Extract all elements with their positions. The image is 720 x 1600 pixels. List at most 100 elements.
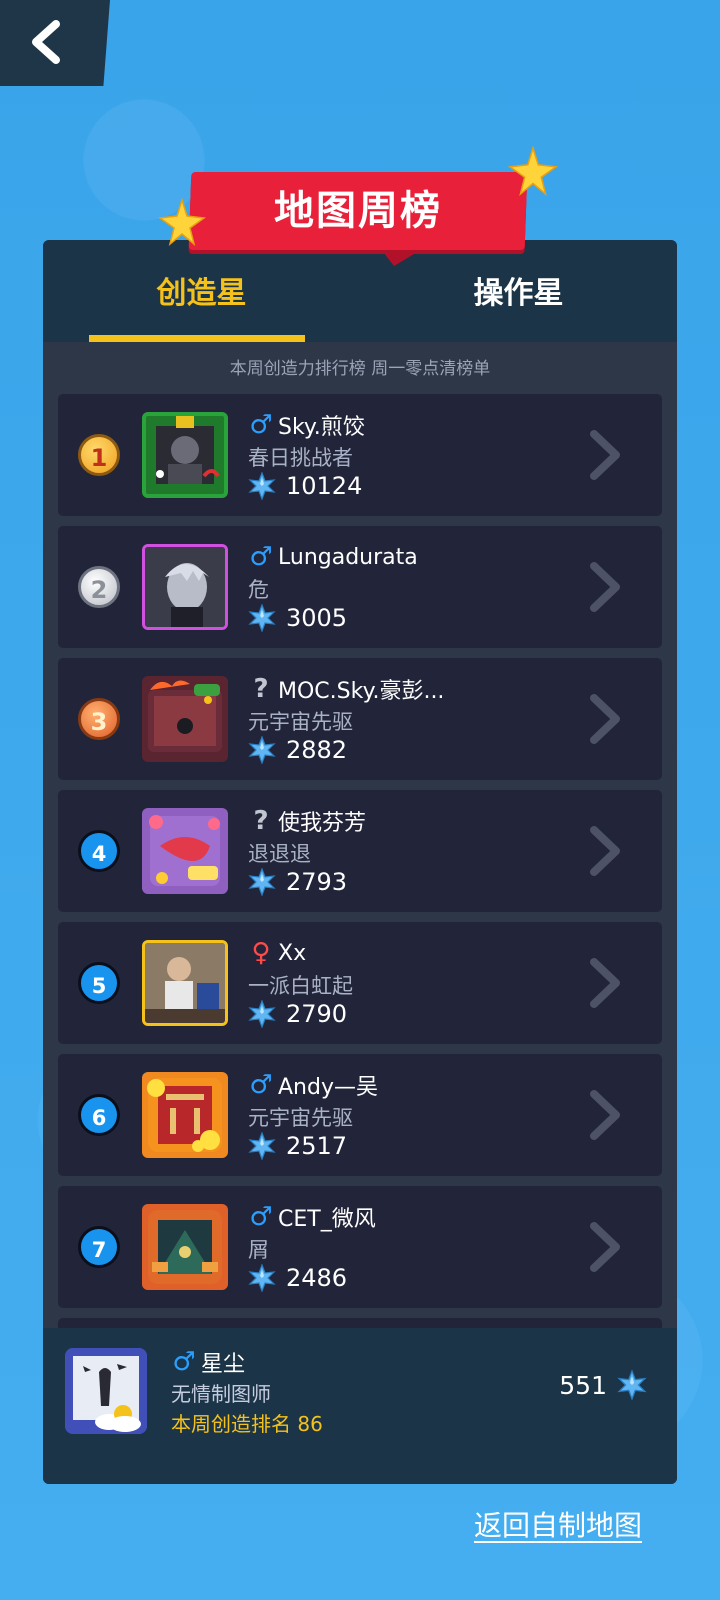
leaderboard-list[interactable]: 1 ♂ Sky.煎饺 春日挑战者 10124 2 ♂ Lungadurata 危… <box>58 394 662 1450</box>
player-name: Andy—吴 <box>278 1075 378 1100</box>
player-name-line: ♂ Sky.煎饺 <box>248 410 365 440</box>
player-title: 一派白虹起 <box>248 974 353 998</box>
leaderboard-row[interactable]: 7 ♂ CET_微风 屑 2486 <box>58 1186 662 1308</box>
crystal-star-icon <box>248 1264 276 1292</box>
player-title: 危 <box>248 578 269 602</box>
player-name: CET_微风 <box>278 1207 376 1232</box>
avatar[interactable] <box>142 412 228 498</box>
my-rank-bar: ♂ 星尘 无情制图师 本周创造排名 86 551 <box>43 1328 677 1484</box>
my-name-line: ♂ 星尘 <box>171 1346 245 1378</box>
avatar-image <box>145 943 225 1023</box>
player-name-line: ♂ Andy—吴 <box>248 1070 378 1100</box>
avatar-image <box>149 815 220 886</box>
chevron-right-icon[interactable] <box>588 562 622 612</box>
avatar-image <box>148 680 222 752</box>
player-name-line: ♂ Lungadurata <box>248 542 418 572</box>
chevron-right-icon[interactable] <box>588 430 622 480</box>
score-line: 2790 <box>248 1000 347 1028</box>
leaderboard-row[interactable]: 1 ♂ Sky.煎饺 春日挑战者 10124 <box>58 394 662 516</box>
player-name-line: ♀ Xx <box>248 938 306 968</box>
back-button[interactable] <box>0 0 110 86</box>
player-title: 退退退 <box>248 842 311 866</box>
chevron-right-icon[interactable] <box>588 958 622 1008</box>
player-name: Sky.煎饺 <box>278 415 365 440</box>
crystal-star-icon <box>248 604 276 632</box>
player-title: 元宇宙先驱 <box>248 1106 353 1130</box>
leaderboard-panel: 创造星 操作星 本周创造力排行榜 周一零点清榜单 1 ♂ Sky.煎饺 春日挑战… <box>43 240 677 1484</box>
rank-badge: 7 <box>78 1226 120 1268</box>
score-line: 2793 <box>248 868 347 896</box>
score-line: 2882 <box>248 736 347 764</box>
female-icon: ♀ <box>251 938 271 968</box>
male-icon: ♂ <box>172 1347 196 1377</box>
rank-medal-bronze: 3 <box>78 698 120 740</box>
return-to-custom-maps-link[interactable]: 返回自制地图 <box>474 1504 642 1544</box>
chevron-right-icon[interactable] <box>588 1090 622 1140</box>
my-score: 551 <box>559 1370 607 1400</box>
player-score: 2882 <box>286 736 348 764</box>
rank-badge: 6 <box>78 1094 120 1136</box>
crystal-star-icon <box>617 1370 647 1400</box>
active-tab-indicator <box>89 335 305 342</box>
leaderboard-row[interactable]: 3 ? MOC.Sky.豪彭... 元宇宙先驱 2882 <box>58 658 662 780</box>
male-icon: ♂ <box>249 1070 273 1100</box>
crystal-star-icon <box>248 1000 276 1028</box>
leaderboard-subtitle: 本周创造力排行榜 周一零点清榜单 <box>229 359 491 379</box>
avatar-image <box>148 1210 222 1284</box>
avatar[interactable] <box>142 1204 228 1290</box>
chevron-right-icon[interactable] <box>588 826 622 876</box>
leaderboard-row[interactable]: 6 ♂ Andy—吴 元宇宙先驱 2517 <box>58 1054 662 1176</box>
chevron-right-icon[interactable] <box>588 1222 622 1272</box>
score-line: 10124 <box>248 472 362 500</box>
my-name: 星尘 <box>201 1352 246 1377</box>
male-icon: ♂ <box>249 542 273 572</box>
rank-medal-gold: 1 <box>78 434 120 476</box>
rank-badge: 4 <box>78 830 120 872</box>
score-line: 2486 <box>248 1264 347 1292</box>
leaderboard-row[interactable]: 5 ♀ Xx 一派白虹起 2790 <box>58 922 662 1044</box>
player-score: 10124 <box>286 472 363 500</box>
player-title: 元宇宙先驱 <box>248 710 353 734</box>
avatar-image <box>156 416 220 484</box>
my-weekly-rank: 本周创造排名 86 <box>171 1412 323 1436</box>
banner-title: 地图周榜 <box>274 188 442 234</box>
weekly-map-banner: 地图周榜 <box>188 172 530 266</box>
tab-creator-star[interactable]: 创造星 <box>43 240 360 342</box>
player-name: MOC.Sky.豪彭... <box>278 679 445 704</box>
rank-medal-silver: 2 <box>78 566 120 608</box>
player-title: 春日挑战者 <box>248 446 353 470</box>
star-icon <box>158 198 206 246</box>
player-score: 2517 <box>286 1132 348 1160</box>
avatar[interactable] <box>142 676 228 762</box>
player-name: Lungadurata <box>278 544 418 570</box>
player-name-line: ? 使我芬芳 <box>248 806 366 836</box>
avatar[interactable] <box>142 1072 228 1158</box>
banner-tail <box>380 248 424 266</box>
player-title: 屑 <box>248 1238 269 1262</box>
unknown-gender-icon: ? <box>253 674 269 704</box>
chevron-left-icon <box>32 20 60 64</box>
avatar-image <box>145 547 225 627</box>
player-name: Xx <box>278 940 307 966</box>
male-icon: ♂ <box>249 1202 273 1232</box>
player-name-line: ? MOC.Sky.豪彭... <box>248 674 444 704</box>
crystal-star-icon <box>248 472 276 500</box>
leaderboard-row[interactable]: 4 ? 使我芬芳 退退退 2793 <box>58 790 662 912</box>
crystal-star-icon <box>248 736 276 764</box>
avatar-image <box>65 1348 147 1434</box>
score-line: 3005 <box>248 604 347 632</box>
leaderboard-row[interactable]: 2 ♂ Lungadurata 危 3005 <box>58 526 662 648</box>
my-avatar[interactable] <box>65 1348 147 1434</box>
avatar[interactable] <box>142 940 228 1026</box>
player-score: 2486 <box>286 1264 348 1292</box>
rank-badge: 5 <box>78 962 120 1004</box>
avatar[interactable] <box>142 544 228 630</box>
player-name-line: ♂ CET_微风 <box>248 1202 376 1232</box>
unknown-gender-icon: ? <box>253 806 269 836</box>
male-icon: ♂ <box>249 410 273 440</box>
crystal-star-icon <box>248 868 276 896</box>
tab-bar: 创造星 操作星 <box>43 240 677 342</box>
player-score: 3005 <box>286 604 348 632</box>
chevron-right-icon[interactable] <box>588 694 622 744</box>
avatar[interactable] <box>142 808 228 894</box>
